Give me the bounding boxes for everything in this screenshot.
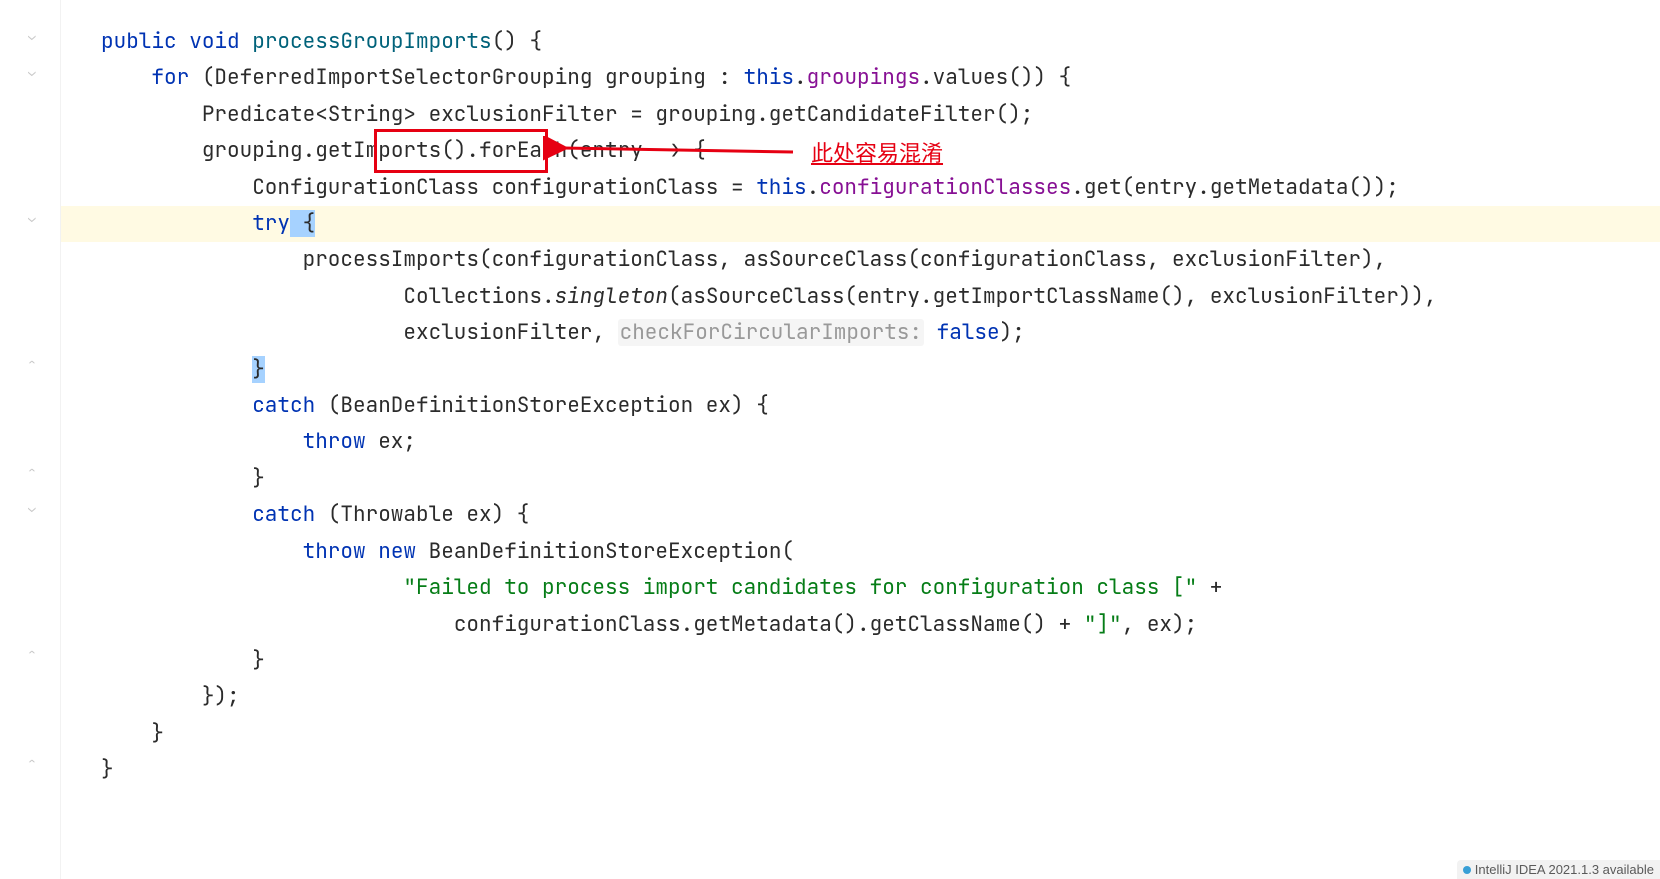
code-line: catch (BeanDefinitionStoreException ex) … <box>101 392 769 419</box>
code-line: Collections.singleton(asSourceClass(entr… <box>101 283 1437 310</box>
annotation-note: 此处容易混淆 <box>811 136 943 168</box>
code-line: } <box>101 356 265 383</box>
ide-update-notice[interactable]: IntelliJ IDEA 2021.1.3 available <box>1457 860 1660 879</box>
code-line: public void processGroupImports() { <box>101 28 542 55</box>
code-line: throw new BeanDefinitionStoreException( <box>101 538 794 565</box>
code-editor[interactable]: ⌄ ⌄ ⌄ ⌃ ⌃ ⌄ ⌃ ⌃ public void processGroup… <box>0 0 1660 879</box>
fold-marker-icon[interactable]: ⌃ <box>28 757 40 769</box>
code-viewport[interactable]: public void processGroupImports() { for … <box>61 0 1660 879</box>
code-line: } <box>101 647 265 674</box>
update-text: IntelliJ IDEA 2021.1.3 available <box>1475 862 1654 877</box>
code-line: throw ex; <box>101 428 416 455</box>
code-line: } <box>101 465 265 492</box>
code-line: exclusionFilter, checkForCircularImports… <box>101 319 1025 346</box>
fold-marker-icon[interactable]: ⌄ <box>28 212 40 224</box>
code-line: ConfigurationClass configurationClass = … <box>101 174 1399 201</box>
code-line: processImports(configurationClass, asSou… <box>101 246 1386 273</box>
fold-marker-icon[interactable]: ⌃ <box>28 358 40 370</box>
fold-marker-icon[interactable]: ⌃ <box>28 466 40 478</box>
code-line: configurationClass.getMetadata().getClas… <box>101 611 1197 638</box>
code-line: "Failed to process import candidates for… <box>101 574 1222 601</box>
fold-marker-icon[interactable]: ⌄ <box>28 30 40 42</box>
code-line: } <box>101 720 164 747</box>
notification-dot-icon <box>1463 866 1471 874</box>
fold-marker-icon[interactable]: ⌄ <box>28 66 40 78</box>
fold-marker-icon[interactable]: ⌃ <box>28 648 40 660</box>
code-line: Predicate<String> exclusionFilter = grou… <box>101 101 1033 128</box>
gutter: ⌄ ⌄ ⌄ ⌃ ⌃ ⌄ ⌃ ⌃ <box>0 0 61 879</box>
code-line: grouping.getImports().forEach(entry -> { <box>101 137 706 164</box>
code-line: try { <box>101 210 315 237</box>
code-line: catch (Throwable ex) { <box>101 501 529 528</box>
code-line: }); <box>101 683 240 710</box>
code-line: } <box>101 756 114 783</box>
fold-marker-icon[interactable]: ⌄ <box>28 502 40 514</box>
code-line: for (DeferredImportSelectorGrouping grou… <box>101 64 1071 91</box>
